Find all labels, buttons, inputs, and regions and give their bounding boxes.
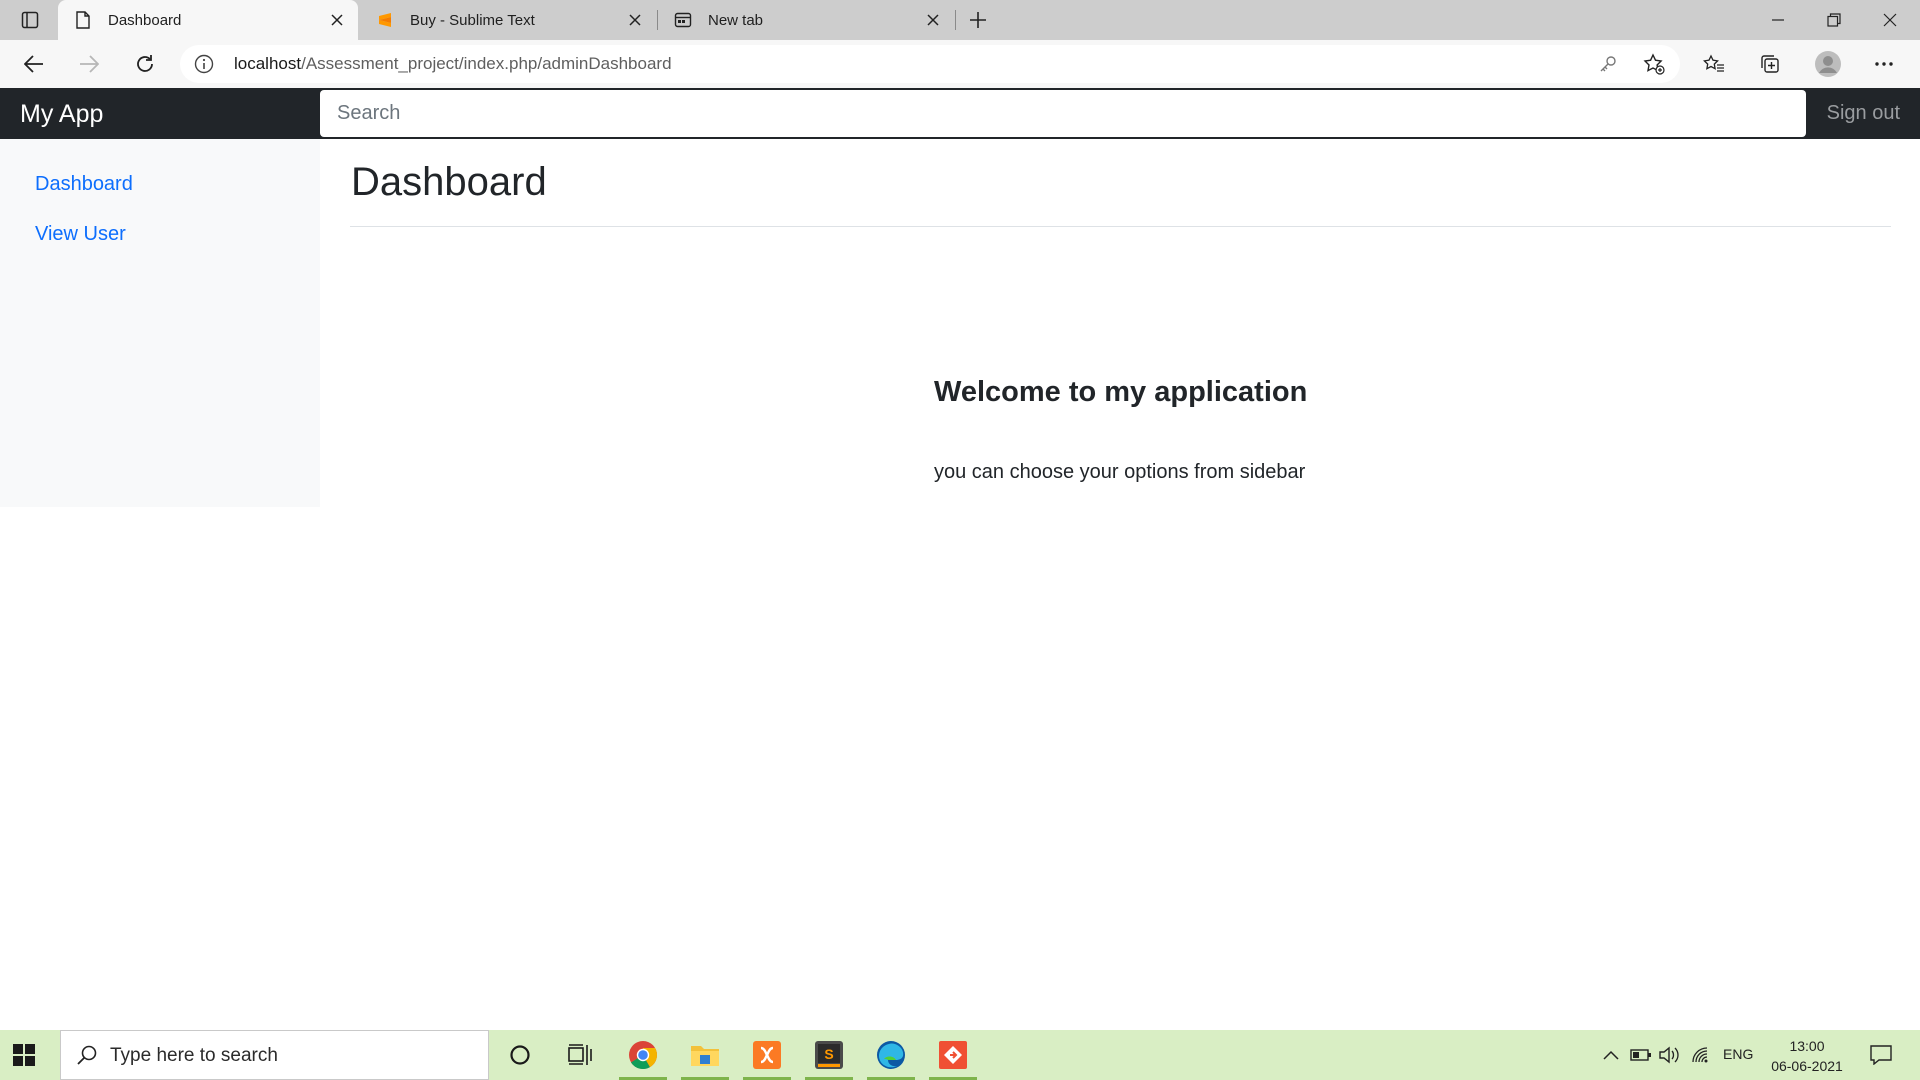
browser-tab-strip: Dashboard Buy - Sublime Text New tab	[0, 0, 1920, 40]
profile-icon[interactable]	[1812, 48, 1844, 80]
new-tab-page-icon	[672, 9, 694, 31]
sublime-text-icon[interactable]: S	[813, 1039, 845, 1071]
file-explorer-icon[interactable]	[689, 1039, 721, 1071]
windows-taskbar: Type here to search S ENG 13:00 06-06-20…	[0, 1030, 1920, 1080]
tab-title: New tab	[708, 11, 764, 29]
address-bar[interactable]: localhost/Assessment_project/index.php/a…	[180, 45, 1680, 83]
input-language[interactable]: ENG	[1723, 1046, 1753, 1062]
tab-dashboard[interactable]: Dashboard	[58, 0, 358, 40]
sidebar: Dashboard View User	[0, 139, 320, 507]
sidebar-item-dashboard[interactable]: Dashboard	[35, 173, 133, 196]
app-navbar: My App Sign out	[0, 88, 1920, 139]
url-path: /Assessment_project/index.php/adminDashb…	[301, 54, 672, 73]
collections-icon[interactable]	[1754, 48, 1786, 80]
browser-toolbar: localhost/Assessment_project/index.php/a…	[0, 40, 1920, 88]
divider	[350, 226, 1891, 227]
refresh-icon[interactable]	[127, 48, 163, 80]
taskbar-search-placeholder: Type here to search	[110, 1045, 278, 1066]
sublime-icon	[374, 9, 396, 31]
page-icon	[72, 9, 94, 31]
network-icon[interactable]	[1690, 1045, 1712, 1065]
forward-arrow-icon[interactable]	[71, 48, 107, 80]
battery-icon[interactable]	[1630, 1045, 1652, 1065]
task-view-icon[interactable]	[564, 1039, 596, 1071]
new-tab-plus-icon[interactable]	[964, 6, 992, 34]
more-icon[interactable]	[1868, 48, 1900, 80]
tab-buy-sublime-text[interactable]: Buy - Sublime Text	[360, 0, 656, 40]
clock[interactable]: 13:00 06-06-2021	[1766, 1036, 1848, 1076]
clock-date: 06-06-2021	[1771, 1058, 1843, 1074]
close-tab-icon[interactable]	[624, 9, 646, 31]
svg-text:S: S	[824, 1046, 833, 1062]
volume-icon[interactable]	[1658, 1045, 1680, 1065]
chevron-up-icon[interactable]	[1600, 1045, 1622, 1065]
site-info-icon[interactable]	[194, 54, 214, 74]
search-input[interactable]	[320, 90, 1806, 137]
tab-separator	[955, 10, 956, 30]
xampp-icon[interactable]	[751, 1039, 783, 1071]
close-icon[interactable]	[1862, 0, 1918, 40]
chrome-icon[interactable]	[627, 1039, 659, 1071]
tab-actions-icon[interactable]	[16, 8, 44, 32]
url-text: localhost/Assessment_project/index.php/a…	[234, 54, 672, 74]
welcome-heading: Welcome to my application	[934, 376, 1308, 408]
brand-logo[interactable]: My App	[20, 100, 103, 129]
back-arrow-icon[interactable]	[16, 48, 52, 80]
minimize-icon[interactable]	[1750, 0, 1806, 40]
sidebar-item-view-user[interactable]: View User	[35, 223, 126, 246]
sign-out-link[interactable]: Sign out	[1827, 102, 1900, 125]
tab-new-tab[interactable]: New tab	[658, 0, 954, 40]
tab-title: Buy - Sublime Text	[410, 11, 535, 29]
page-title: Dashboard	[351, 160, 547, 204]
welcome-text: you can choose your options from sidebar	[934, 461, 1306, 483]
clock-time: 13:00	[1789, 1038, 1825, 1054]
password-key-icon[interactable]	[1596, 52, 1620, 76]
add-favorite-star-icon[interactable]	[1642, 52, 1666, 76]
close-tab-icon[interactable]	[922, 9, 944, 31]
restore-icon[interactable]	[1806, 0, 1862, 40]
git-icon[interactable]	[937, 1039, 969, 1071]
cortana-icon[interactable]	[504, 1039, 536, 1071]
close-tab-icon[interactable]	[326, 9, 348, 31]
notifications-icon[interactable]	[1868, 1045, 1894, 1065]
taskbar-search-box[interactable]: Type here to search	[60, 1030, 489, 1080]
favorites-icon[interactable]	[1698, 48, 1730, 80]
windows-start-icon[interactable]	[12, 1043, 36, 1067]
search-icon	[77, 1045, 97, 1065]
url-host: localhost	[234, 54, 302, 73]
edge-icon[interactable]	[875, 1039, 907, 1071]
tab-title: Dashboard	[108, 11, 182, 29]
